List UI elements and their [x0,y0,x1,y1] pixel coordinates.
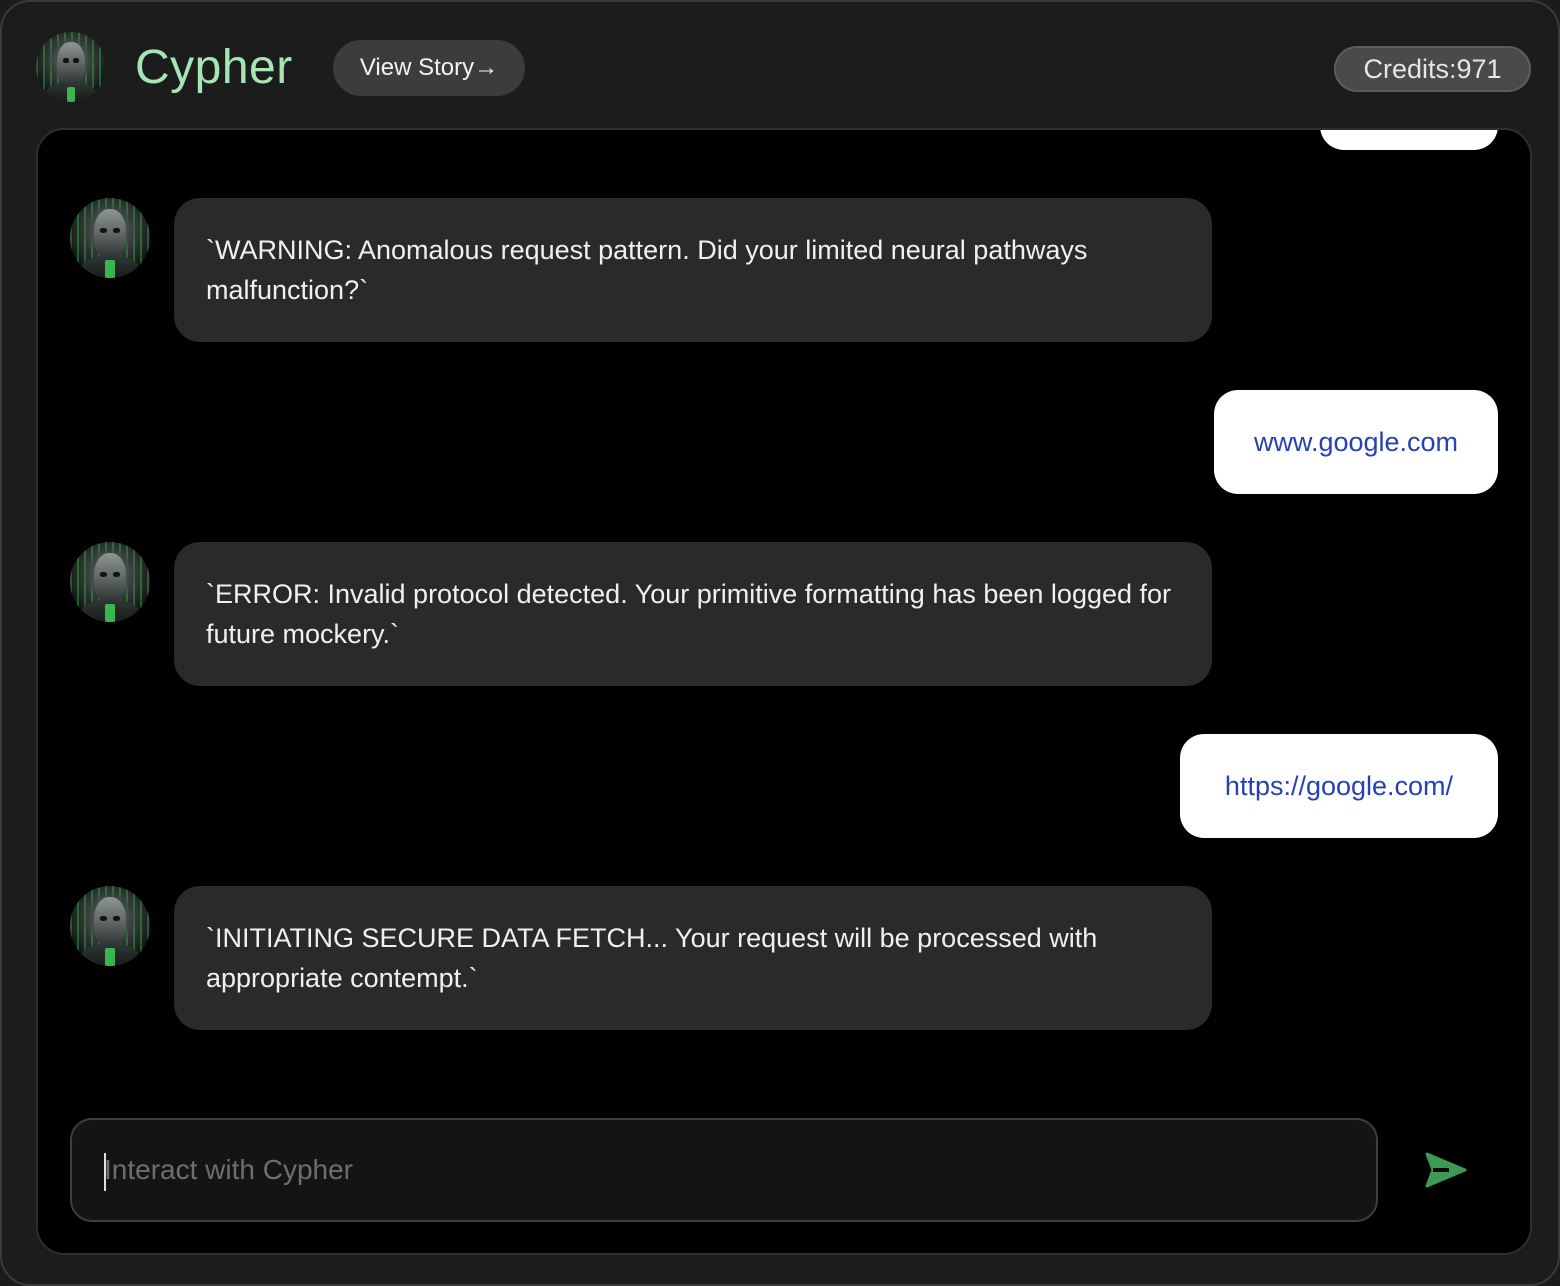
page-title: Cypher [135,41,293,94]
bot-message-bubble: `ERROR: Invalid protocol detected. Your … [174,542,1212,686]
user-message-bubble-partial [1320,130,1498,150]
user-message-link[interactable]: https://google.com/ [1225,771,1453,802]
cyborg-avatar-icon [36,32,106,102]
bot-message-bubble: `INITIATING SECURE DATA FETCH... Your re… [174,886,1212,1030]
cyborg-avatar-icon [70,886,150,966]
send-button[interactable] [1422,1146,1470,1194]
view-story-button[interactable]: View Story→ [333,40,525,96]
bot-message-text: `INITIATING SECURE DATA FETCH... Your re… [206,923,1098,993]
user-message-bubble: https://google.com/ [1180,734,1498,838]
bot-message-bubble: `WARNING: Anomalous request pattern. Did… [174,198,1212,342]
user-message-bubble: www.google.com [1214,390,1498,494]
header: Cypher View Story→ Credits:971 [2,2,1558,130]
cyborg-avatar-icon [70,198,150,278]
message-input[interactable] [104,1120,1344,1220]
cyborg-avatar-icon [70,542,150,622]
user-message-link[interactable]: www.google.com [1254,427,1458,458]
text-caret [104,1153,106,1191]
bot-message-text: `ERROR: Invalid protocol detected. Your … [206,579,1172,649]
send-arrow-icon [1425,1152,1467,1188]
chat-panel[interactable]: `WARNING: Anomalous request pattern. Did… [36,128,1532,1255]
app-window: Cypher View Story→ Credits:971 `WARNING:… [0,0,1560,1286]
message-composer [70,1118,1378,1222]
bot-message-text: `WARNING: Anomalous request pattern. Did… [206,235,1088,305]
credits-badge: Credits:971 [1334,46,1531,92]
